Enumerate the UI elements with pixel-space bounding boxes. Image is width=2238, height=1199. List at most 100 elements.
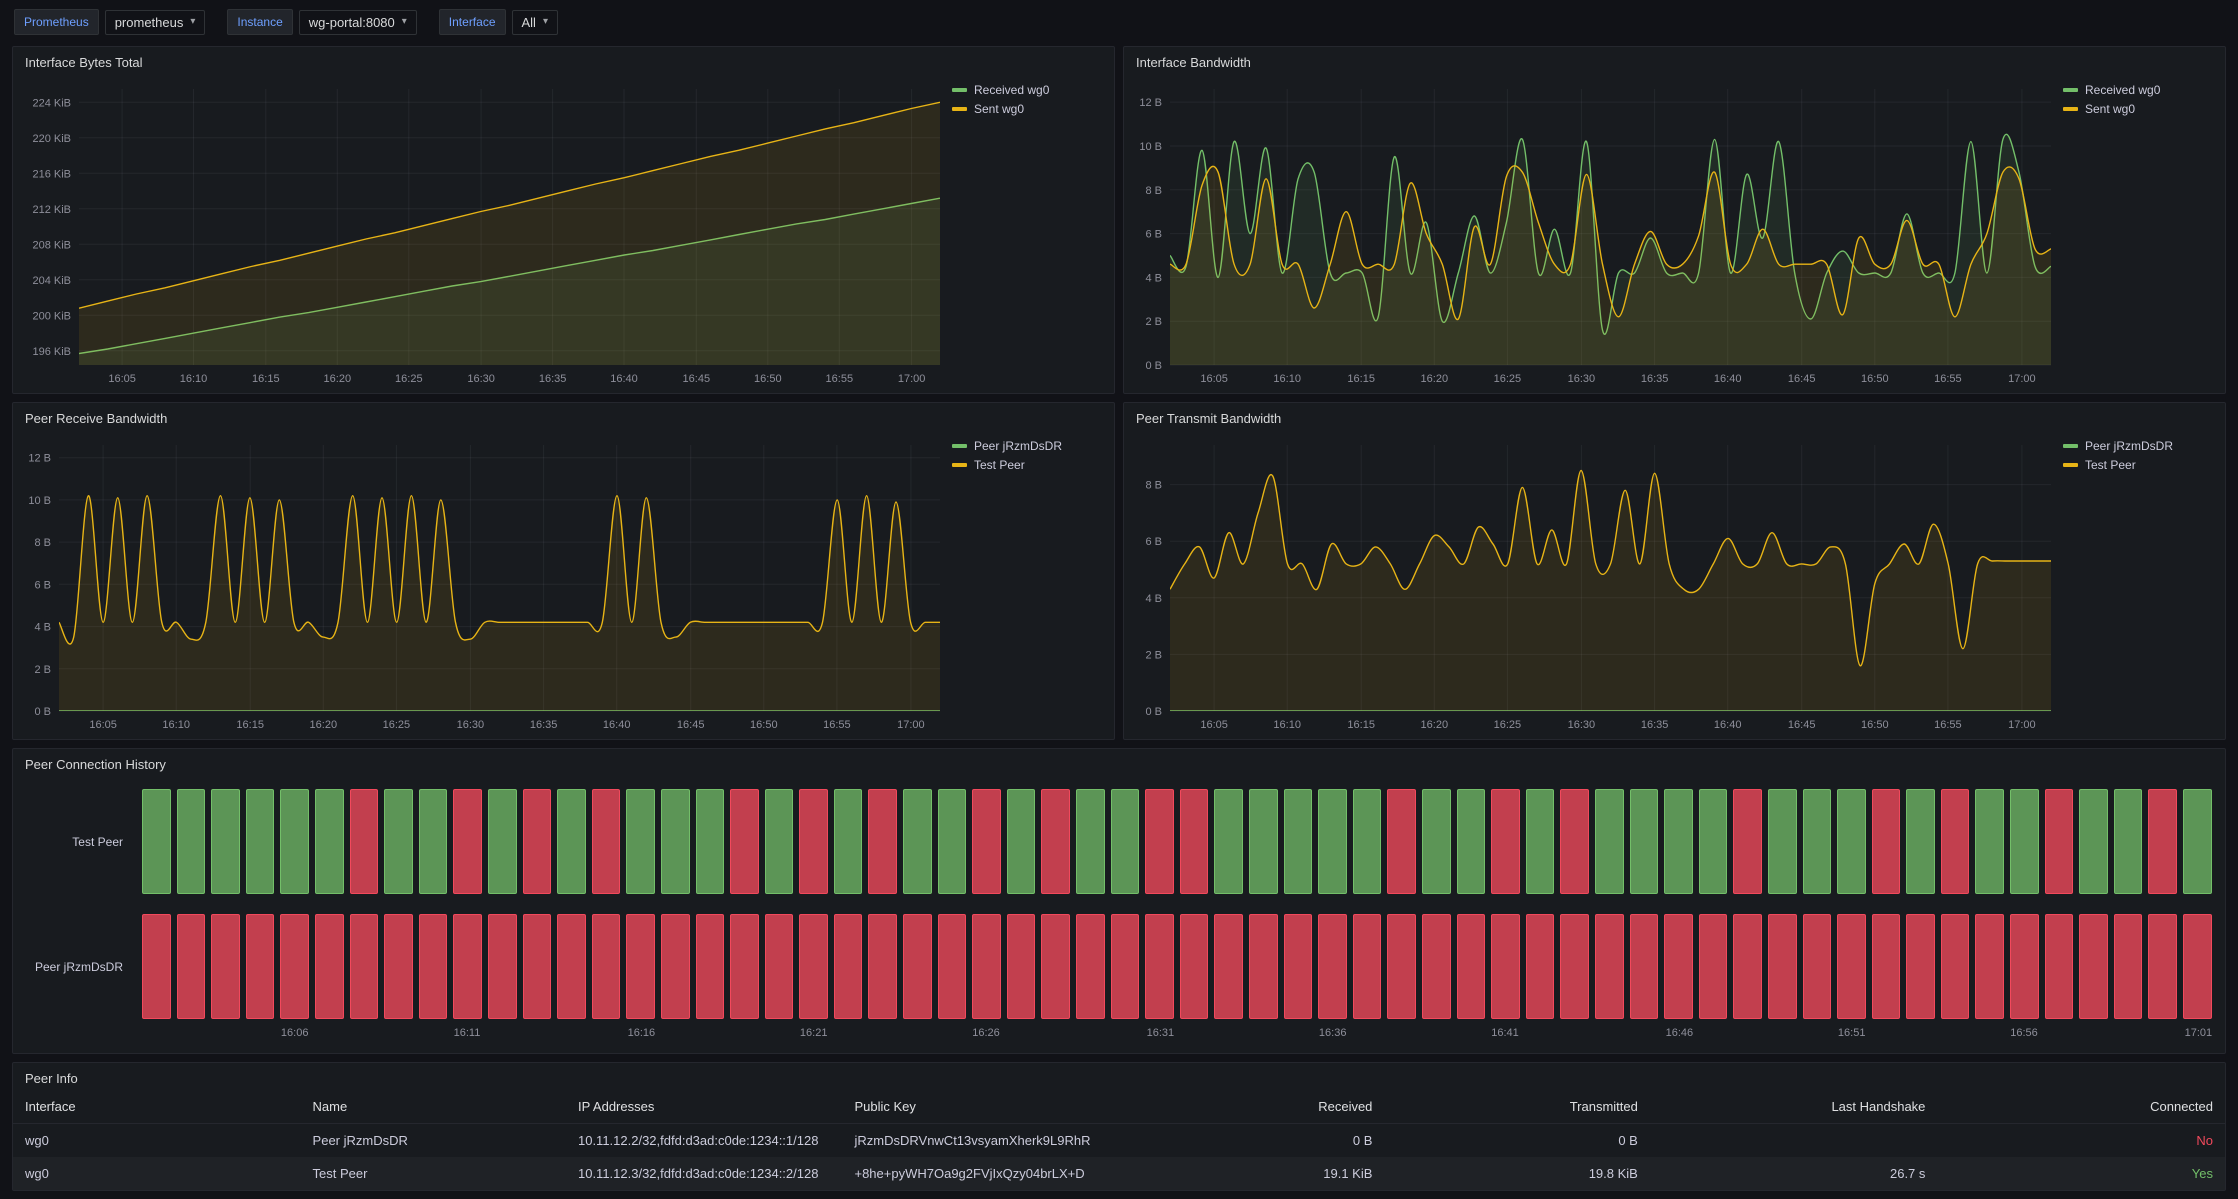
panel-title[interactable]: Peer Info <box>13 1063 2225 1090</box>
status-bar[interactable] <box>246 914 275 1019</box>
table-header-cell[interactable]: Last Handshake <box>1650 1090 1938 1124</box>
status-bar[interactable] <box>1145 789 1174 894</box>
status-bar[interactable] <box>246 789 275 894</box>
legend-item[interactable]: Peer jRzmDsDR <box>952 439 1104 453</box>
status-bar[interactable] <box>350 914 379 1019</box>
status-bar[interactable] <box>1630 789 1659 894</box>
status-bar[interactable] <box>1733 789 1762 894</box>
variable-label-prometheus[interactable]: Prometheus <box>14 9 99 35</box>
interface-bandwidth-chart[interactable]: 0 B2 B4 B6 B8 B10 B12 B16:0516:1016:1516… <box>1132 79 2057 387</box>
status-bar[interactable] <box>1837 789 1866 894</box>
status-bar[interactable] <box>1837 914 1866 1019</box>
status-bar[interactable] <box>868 914 897 1019</box>
panel-title[interactable]: Peer Connection History <box>13 749 2225 776</box>
status-bar[interactable] <box>315 789 344 894</box>
status-bar[interactable] <box>938 914 967 1019</box>
status-bar[interactable] <box>557 914 586 1019</box>
status-bar[interactable] <box>2148 914 2177 1019</box>
status-bar[interactable] <box>315 914 344 1019</box>
status-bar[interactable] <box>419 789 448 894</box>
status-bar[interactable] <box>834 789 863 894</box>
status-bar[interactable] <box>523 914 552 1019</box>
status-bar[interactable] <box>453 914 482 1019</box>
status-bar[interactable] <box>1630 914 1659 1019</box>
status-bar[interactable] <box>1076 914 1105 1019</box>
status-bar[interactable] <box>696 789 725 894</box>
status-bar[interactable] <box>1249 914 1278 1019</box>
legend-item[interactable]: Peer jRzmDsDR <box>2063 439 2215 453</box>
table-row[interactable]: wg0Test Peer10.11.12.3/32,fdfd:d3ad:c0de… <box>13 1157 2225 1190</box>
status-bar[interactable] <box>2079 914 2108 1019</box>
panel-title[interactable]: Interface Bandwidth <box>1124 47 2225 74</box>
status-bar[interactable] <box>1422 914 1451 1019</box>
peer-receive-chart[interactable]: 0 B2 B4 B6 B8 B10 B12 B16:0516:1016:1516… <box>21 435 946 733</box>
table-header-cell[interactable]: Transmitted <box>1384 1090 1649 1124</box>
status-bar[interactable] <box>1284 914 1313 1019</box>
status-bar[interactable] <box>1872 789 1901 894</box>
status-bar[interactable] <box>2114 914 2143 1019</box>
status-bar[interactable] <box>1906 914 1935 1019</box>
variable-value-instance[interactable]: wg-portal:8080 ▾ <box>299 10 417 35</box>
status-bar[interactable] <box>1975 914 2004 1019</box>
status-bar[interactable] <box>2010 789 2039 894</box>
status-bar[interactable] <box>903 914 932 1019</box>
status-bar[interactable] <box>350 789 379 894</box>
table-header-cell[interactable]: Name <box>301 1090 566 1124</box>
status-bar[interactable] <box>488 789 517 894</box>
status-bar[interactable] <box>1941 914 1970 1019</box>
status-bar[interactable] <box>1318 914 1347 1019</box>
status-bar[interactable] <box>2183 789 2212 894</box>
status-bar[interactable] <box>2045 789 2074 894</box>
variable-label-interface[interactable]: Interface <box>439 9 506 35</box>
status-bar[interactable] <box>1560 914 1589 1019</box>
status-bar[interactable] <box>2079 789 2108 894</box>
status-bar[interactable] <box>1803 914 1832 1019</box>
status-bar[interactable] <box>1180 914 1209 1019</box>
status-bar[interactable] <box>2010 914 2039 1019</box>
status-bar[interactable] <box>1526 789 1555 894</box>
legend-item[interactable]: Test Peer <box>2063 458 2215 472</box>
table-header-cell[interactable]: Connected <box>1937 1090 2225 1124</box>
status-bar[interactable] <box>1526 914 1555 1019</box>
panel-title[interactable]: Peer Transmit Bandwidth <box>1124 403 2225 430</box>
status-bar[interactable] <box>280 789 309 894</box>
status-bar[interactable] <box>592 789 621 894</box>
status-bar[interactable] <box>972 914 1001 1019</box>
status-bar[interactable] <box>1387 789 1416 894</box>
status-bar[interactable] <box>1214 789 1243 894</box>
bytes-total-chart[interactable]: 196 KiB200 KiB204 KiB208 KiB212 KiB216 K… <box>21 79 946 387</box>
status-bar[interactable] <box>1111 789 1140 894</box>
status-bar[interactable] <box>1249 789 1278 894</box>
status-bar[interactable] <box>1457 789 1486 894</box>
status-bar[interactable] <box>280 914 309 1019</box>
status-bar[interactable] <box>1007 789 1036 894</box>
legend-item[interactable]: Sent wg0 <box>952 102 1104 116</box>
connection-history-chart[interactable]: Test PeerPeer jRzmDsDR16:0616:1116:1616:… <box>21 783 2215 1047</box>
variable-value-prometheus[interactable]: prometheus ▾ <box>105 10 206 35</box>
status-bar[interactable] <box>211 914 240 1019</box>
status-bar[interactable] <box>1491 789 1520 894</box>
panel-title[interactable]: Peer Receive Bandwidth <box>13 403 1114 430</box>
status-bar[interactable] <box>626 789 655 894</box>
status-bar[interactable] <box>1733 914 1762 1019</box>
status-bar[interactable] <box>1768 789 1797 894</box>
status-bar[interactable] <box>938 789 967 894</box>
status-bar[interactable] <box>661 789 690 894</box>
status-bar[interactable] <box>177 914 206 1019</box>
status-bar[interactable] <box>765 789 794 894</box>
table-row[interactable]: wg0Peer jRzmDsDR10.11.12.2/32,fdfd:d3ad:… <box>13 1124 2225 1158</box>
status-bar[interactable] <box>2045 914 2074 1019</box>
status-bar[interactable] <box>799 789 828 894</box>
panel-title[interactable]: Interface Bytes Total <box>13 47 1114 74</box>
status-bar[interactable] <box>1975 789 2004 894</box>
status-bar[interactable] <box>696 914 725 1019</box>
status-bar[interactable] <box>1906 789 1935 894</box>
status-bar[interactable] <box>1041 914 1070 1019</box>
status-bar[interactable] <box>142 914 171 1019</box>
status-bar[interactable] <box>177 789 206 894</box>
status-bar[interactable] <box>1076 789 1105 894</box>
status-bar[interactable] <box>1803 789 1832 894</box>
status-bar[interactable] <box>488 914 517 1019</box>
status-bar[interactable] <box>592 914 621 1019</box>
status-bar[interactable] <box>1353 789 1382 894</box>
